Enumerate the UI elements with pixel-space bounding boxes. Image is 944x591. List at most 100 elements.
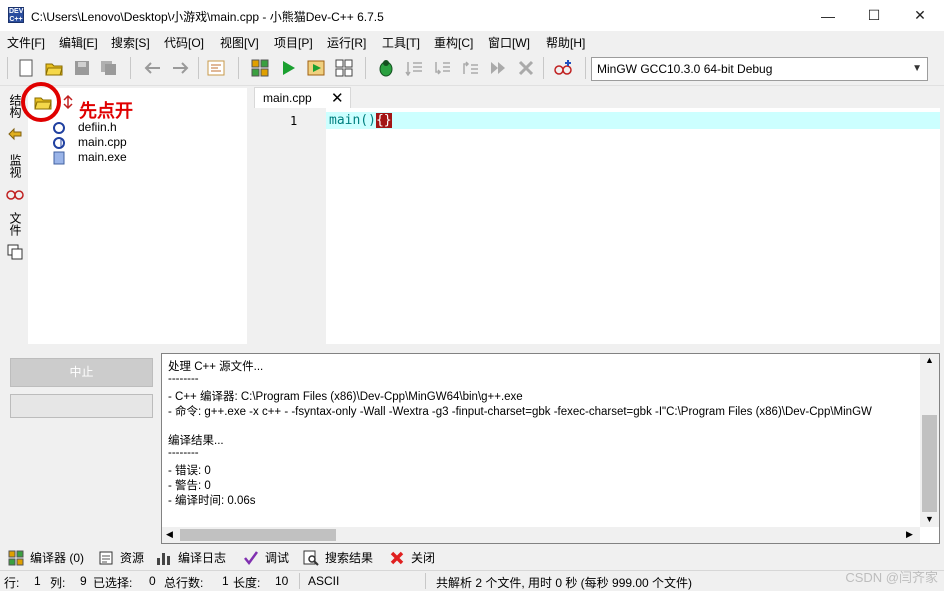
toolbar-separator — [365, 57, 366, 79]
annotation-text: 先点开 — [79, 101, 133, 121]
refresh-icon[interactable] — [61, 94, 75, 110]
compile-log[interactable]: 处理 C++ 源文件... -------- - C++ 编译器: C:\Pro… — [161, 353, 940, 544]
undo-icon[interactable] — [140, 56, 164, 80]
menu-run[interactable]: 运行[R] — [327, 34, 366, 51]
compile-progress-bar — [10, 394, 153, 418]
structure-tab-icon[interactable] — [7, 126, 23, 142]
debug-bug-icon[interactable] — [374, 56, 398, 80]
menu-refactor[interactable]: 重构[C] — [434, 34, 473, 51]
open-folder-icon[interactable] — [42, 56, 66, 80]
menu-tools[interactable]: 工具[T] — [382, 34, 420, 51]
left-panel-tabs: 结构 监视 文件 — [4, 88, 26, 268]
run-icon[interactable] — [276, 56, 300, 80]
tab-debug[interactable]: 调试 — [243, 549, 289, 566]
toolbar-separator — [543, 57, 544, 79]
cpp-file-icon — [52, 136, 66, 150]
redo-icon[interactable] — [169, 56, 193, 80]
tab-label: 搜索结果 — [325, 551, 374, 565]
bottom-tab-bar: 编译器 (0) 资源 编译日志 调试 搜索结果 关闭 — [0, 547, 944, 569]
log-line: - 警告: 0 — [168, 480, 211, 492]
maximize-button[interactable]: ☐ — [851, 0, 897, 31]
file-tree-item[interactable]: main.exe — [52, 150, 127, 165]
add-watch-icon[interactable] — [552, 56, 576, 80]
menu-project[interactable]: 项目[P] — [274, 34, 313, 51]
chart-icon — [156, 550, 172, 566]
menu-edit[interactable]: 编辑[E] — [59, 34, 98, 51]
stop-debug-icon[interactable] — [514, 56, 538, 80]
code-text: main() — [329, 113, 376, 128]
log-line: - 编译时间: 0.06s — [168, 495, 256, 507]
format-code-icon[interactable] — [204, 56, 228, 80]
status-separator — [425, 573, 426, 589]
status-total-lines: 1 — [222, 574, 229, 588]
header-file-icon — [52, 121, 66, 135]
file-tree-item[interactable]: main.cpp — [52, 135, 127, 150]
log-line: -------- — [168, 447, 199, 459]
chevron-down-icon: ▼ — [912, 63, 922, 74]
compile-icon[interactable] — [248, 56, 272, 80]
toolbar-separator — [7, 57, 8, 79]
files-tab-icon[interactable] — [7, 244, 23, 260]
log-vertical-scroll-thumb[interactable] — [922, 415, 937, 512]
tab-label: 资源 — [120, 551, 145, 565]
continue-icon[interactable] — [486, 56, 510, 80]
status-separator — [299, 573, 300, 589]
tab-close-panel[interactable]: 关闭 — [389, 549, 435, 566]
close-red-icon — [389, 550, 405, 566]
status-length: 10 — [275, 574, 289, 588]
step-out-icon[interactable] — [458, 56, 482, 80]
abort-button[interactable]: 中止 — [10, 358, 153, 387]
save-icon[interactable] — [70, 56, 94, 80]
toolbar-separator — [585, 57, 586, 79]
new-file-icon[interactable] — [14, 56, 38, 80]
tab-resource[interactable]: 资源 — [98, 549, 144, 566]
line-number: 1 — [290, 114, 298, 128]
tab-watch[interactable]: 监视 — [7, 154, 24, 178]
scroll-up-icon[interactable]: ▲ — [925, 355, 934, 365]
resource-icon — [98, 550, 114, 566]
log-horizontal-scroll-thumb[interactable] — [180, 529, 336, 541]
compile-run-icon[interactable] — [304, 56, 328, 80]
tab-compile-log[interactable]: 编译日志 — [156, 549, 226, 566]
debug-check-icon — [243, 550, 259, 566]
close-tab-icon[interactable]: ✕ — [331, 89, 344, 107]
scroll-left-icon[interactable]: ◀ — [166, 529, 173, 540]
scroll-down-icon[interactable]: ▼ — [925, 514, 934, 524]
menu-window[interactable]: 窗口[W] — [488, 34, 530, 51]
status-selected: 0 — [149, 574, 156, 588]
step-into-icon[interactable] — [430, 56, 454, 80]
code-line[interactable]: main(){} — [329, 113, 392, 128]
code-brace: {} — [375, 113, 392, 128]
status-encoding[interactable]: ASCII — [308, 574, 339, 588]
tab-label: 调试 — [265, 551, 290, 565]
compiler-select[interactable]: MinGW GCC10.3.0 64-bit Debug ▼ — [591, 57, 928, 81]
menu-view[interactable]: 视图[V] — [220, 34, 259, 51]
tab-search-results[interactable]: 搜索结果 — [303, 549, 373, 566]
menu-file[interactable]: 文件[F] — [7, 34, 45, 51]
file-name: main.exe — [78, 150, 127, 164]
close-window-button[interactable]: ✕ — [897, 0, 943, 31]
save-all-icon[interactable] — [97, 56, 121, 80]
step-over-icon[interactable] — [402, 56, 426, 80]
status-total-lines-label: 总行数: — [164, 576, 204, 590]
menu-code[interactable]: 代码[O] — [164, 34, 204, 51]
rebuild-icon[interactable] — [332, 56, 356, 80]
menu-bar: 文件[F] 编辑[E] 搜索[S] 代码[O] 视图[V] 项目[P] 运行[R… — [0, 31, 944, 51]
log-line: 编译结果... — [168, 435, 224, 447]
tab-compiler[interactable]: 编译器 (0) — [8, 549, 84, 566]
tab-label: 编译器 (0) — [30, 551, 85, 565]
tab-label: 编译日志 — [178, 551, 227, 565]
editor-tab-bar — [252, 86, 944, 108]
log-line: - 错误: 0 — [168, 465, 211, 477]
menu-search[interactable]: 搜索[S] — [111, 34, 150, 51]
scroll-right-icon[interactable]: ▶ — [906, 529, 913, 540]
tab-label: 关闭 — [411, 551, 436, 565]
tab-files[interactable]: 文件 — [7, 212, 24, 236]
code-editor[interactable] — [326, 108, 940, 344]
tab-main-cpp[interactable]: main.cpp ✕ — [254, 87, 351, 108]
watch-tab-icon[interactable] — [6, 187, 24, 203]
minimize-button[interactable]: — — [805, 0, 851, 31]
toolbar-separator — [130, 57, 131, 79]
menu-help[interactable]: 帮助[H] — [546, 34, 585, 51]
editor-gutter — [252, 108, 326, 344]
